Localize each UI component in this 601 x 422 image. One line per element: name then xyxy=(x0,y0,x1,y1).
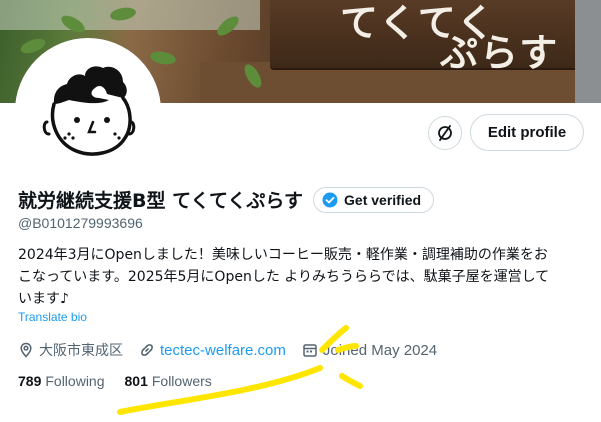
bio: 2024年3月にOpenしました！美味しいコーヒー販売・軽作業・調理補助の作業を… xyxy=(18,244,593,310)
following-link[interactable]: 789 Following xyxy=(18,373,105,389)
website-item[interactable]: tectec-welfare.com xyxy=(139,342,286,359)
verified-badge-icon xyxy=(322,192,338,207)
bio-line: こなっています。2025年5月にOpenした よりみちうららでは、駄菓子屋を運営… xyxy=(18,269,550,285)
profile-meta-row: 大阪市東成区 tectec-welfare.com Joined May 202… xyxy=(18,340,453,360)
bio-line: 2024年3月にOpenしました！美味しいコーヒー販売・軽作業・調理補助の作業を… xyxy=(18,247,548,263)
avatar-face-illustration xyxy=(42,66,136,156)
calendar-icon xyxy=(303,344,317,357)
followers-label: Followers xyxy=(151,373,212,389)
avatar[interactable] xyxy=(15,38,161,184)
name-row: 就労継続支援B型 てくてくぷらす Get verified xyxy=(18,186,435,213)
followers-link[interactable]: 801 Followers xyxy=(125,373,212,389)
user-handle: @B0101279993696 xyxy=(18,215,143,231)
display-name: 就労継続支援B型 てくてくぷらす xyxy=(18,190,304,212)
get-verified-button[interactable]: Get verified xyxy=(313,186,435,213)
get-verified-label: Get verified xyxy=(344,191,422,208)
banner-window xyxy=(575,0,601,103)
joined-date: Joined May 2024 xyxy=(322,341,438,359)
location-pin-icon xyxy=(20,342,32,358)
follow-stats: 789 Following 801 Followers xyxy=(18,373,232,389)
banner-sign-text-2: ぷらす xyxy=(440,31,560,75)
bio-line: います♪ xyxy=(18,291,69,307)
translate-bio-link[interactable]: Translate bio xyxy=(18,310,87,324)
followers-count: 801 xyxy=(124,373,148,389)
no-signal-button[interactable] xyxy=(428,116,462,150)
no-signal-icon xyxy=(438,125,452,141)
following-label: Following xyxy=(45,373,105,389)
banner-leaf xyxy=(149,49,177,67)
edit-profile-button[interactable]: Edit profile xyxy=(470,114,584,151)
website-link[interactable]: tectec-welfare.com xyxy=(160,342,286,359)
annotation-stroke xyxy=(339,373,363,389)
location-item: 大阪市東成区 xyxy=(18,340,123,360)
location-text: 大阪市東成区 xyxy=(39,343,123,359)
link-icon xyxy=(141,344,153,356)
following-count: 789 xyxy=(18,373,42,389)
joined-item: Joined May 2024 xyxy=(302,342,437,359)
